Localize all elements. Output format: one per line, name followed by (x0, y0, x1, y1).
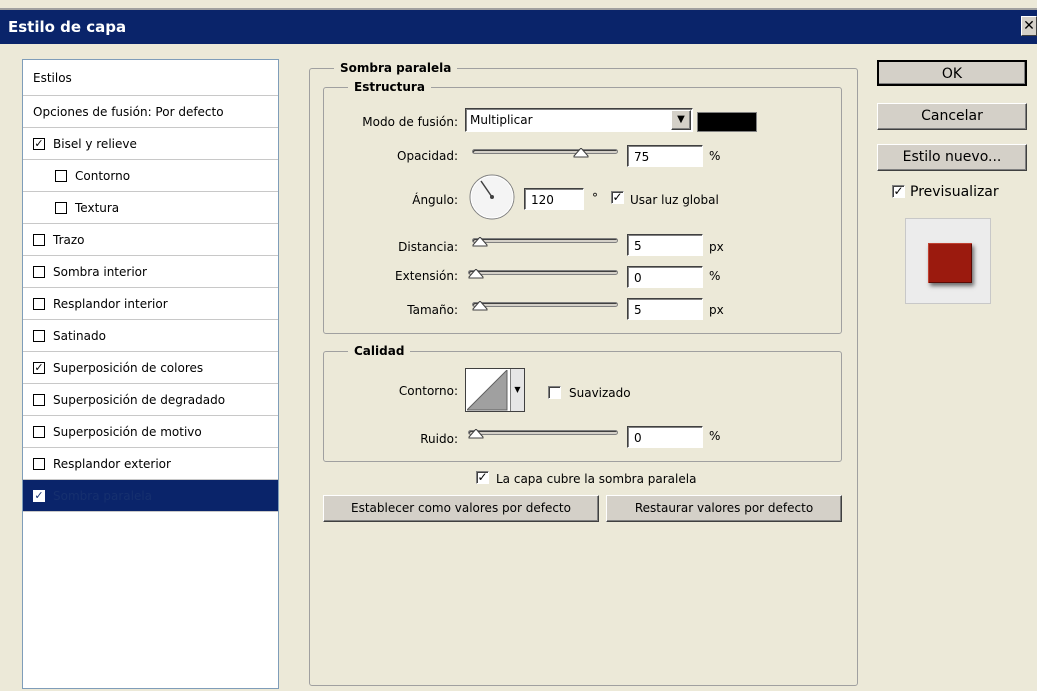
style-item-inner-glow[interactable]: Resplandor interior (23, 288, 278, 320)
inner-glow-checkbox[interactable] (33, 298, 45, 310)
spread-slider-thumb[interactable] (468, 269, 484, 279)
styles-list: Estilos Opciones de fusión: Por defecto … (22, 59, 279, 689)
reset-default-button[interactable]: Restaurar valores por defecto (606, 495, 842, 522)
distance-slider-thumb[interactable] (472, 237, 488, 247)
contour-label: Contorno: (398, 384, 458, 398)
noise-slider-track[interactable] (468, 430, 618, 435)
preview-swatch (928, 243, 972, 283)
size-unit: px (709, 303, 724, 317)
noise-input[interactable]: 0 (627, 426, 703, 448)
distance-unit: px (709, 240, 724, 254)
chevron-down-icon[interactable]: ▼ (671, 110, 691, 130)
spread-unit: % (709, 269, 721, 283)
size-label: Tamaño: (407, 303, 458, 317)
style-item-texture[interactable]: Textura (23, 192, 278, 224)
distance-input[interactable]: 5 (627, 234, 703, 256)
noise-label: Ruido: (420, 432, 458, 446)
style-item-outer-glow[interactable]: Resplandor exterior (23, 448, 278, 480)
knockout-label: La capa cubre la sombra paralela (496, 472, 697, 486)
opacity-slider-thumb[interactable] (573, 148, 589, 158)
angle-dial[interactable] (468, 173, 516, 221)
style-item-bevel-emboss[interactable]: ✓ Bisel y relieve (23, 128, 278, 160)
style-item-drop-shadow[interactable]: ✓ Sombra paralela (23, 480, 278, 512)
style-item-color-overlay[interactable]: ✓ Superposición de colores (23, 352, 278, 384)
inner-shadow-checkbox[interactable] (33, 266, 45, 278)
outer-glow-checkbox[interactable] (33, 458, 45, 470)
gradient-overlay-checkbox[interactable] (33, 394, 45, 406)
knockout-checkbox[interactable]: ✓ (476, 471, 489, 484)
layer-style-dialog: Estilos Opciones de fusión: Por defecto … (6, 44, 1037, 691)
style-item-inner-shadow[interactable]: Sombra interior (23, 256, 278, 288)
chevron-down-icon[interactable]: ▼ (510, 369, 524, 411)
opacity-input[interactable]: 75 (627, 145, 703, 167)
noise-slider-thumb[interactable] (468, 429, 484, 439)
angle-unit: ° (592, 191, 598, 205)
close-button[interactable]: ✕ (1021, 16, 1037, 36)
shadow-color-swatch[interactable] (697, 112, 757, 132)
color-overlay-checkbox[interactable]: ✓ (33, 362, 45, 374)
size-input[interactable]: 5 (627, 298, 703, 320)
blending-options-item[interactable]: Opciones de fusión: Por defecto (23, 96, 278, 128)
opacity-label: Opacidad: (397, 149, 458, 163)
satin-checkbox[interactable] (33, 330, 45, 342)
window-title: Estilo de capa (8, 18, 127, 36)
preview-thumbnail (905, 218, 991, 304)
preview-label: Previsualizar (910, 184, 999, 200)
spread-slider-track[interactable] (468, 270, 618, 275)
contour-checkbox[interactable] (55, 170, 67, 182)
size-slider-track[interactable] (472, 302, 618, 307)
noise-unit: % (709, 429, 721, 443)
drop-shadow-title: Sombra paralela (340, 61, 452, 75)
opacity-unit: % (709, 149, 721, 163)
pattern-overlay-checkbox[interactable] (33, 426, 45, 438)
blend-mode-select[interactable]: Multiplicar ▼ (465, 108, 693, 132)
style-item-contour[interactable]: Contorno (23, 160, 278, 192)
ok-button[interactable]: OK (877, 60, 1027, 86)
cancel-button[interactable]: Cancelar (877, 103, 1027, 130)
preview-checkbox[interactable]: ✓ (892, 185, 905, 198)
blend-mode-label: Modo de fusión: (362, 115, 458, 129)
style-item-pattern-overlay[interactable]: Superposición de motivo (23, 416, 278, 448)
style-item-gradient-overlay[interactable]: Superposición de degradado (23, 384, 278, 416)
title-bar: Estilo de capa ✕ (0, 8, 1037, 44)
styles-header[interactable]: Estilos (23, 60, 278, 96)
structure-title: Estructura (354, 80, 425, 94)
size-slider-thumb[interactable] (472, 301, 488, 311)
contour-picker[interactable]: ▼ (465, 368, 525, 412)
texture-checkbox[interactable] (55, 202, 67, 214)
style-item-stroke[interactable]: Trazo (23, 224, 278, 256)
distance-slider-track[interactable] (472, 238, 618, 243)
opacity-slider-track[interactable] (472, 149, 618, 154)
angle-label: Ángulo: (412, 193, 458, 207)
spread-label: Extensión: (395, 269, 458, 283)
quality-title: Calidad (354, 344, 405, 358)
close-icon: ✕ (1023, 18, 1035, 34)
antialias-checkbox[interactable] (548, 386, 561, 399)
global-light-label: Usar luz global (630, 193, 719, 207)
style-item-satin[interactable]: Satinado (23, 320, 278, 352)
spread-input[interactable]: 0 (627, 266, 703, 288)
angle-input[interactable]: 120 (524, 188, 584, 210)
distance-label: Distancia: (398, 240, 458, 254)
drop-shadow-checkbox[interactable]: ✓ (33, 490, 45, 502)
bevel-checkbox[interactable]: ✓ (33, 138, 45, 150)
global-light-checkbox[interactable]: ✓ (611, 191, 624, 204)
new-style-button[interactable]: Estilo nuevo... (877, 144, 1027, 171)
set-default-button[interactable]: Establecer como valores por defecto (323, 495, 599, 522)
stroke-checkbox[interactable] (33, 234, 45, 246)
antialias-label: Suavizado (569, 386, 631, 400)
